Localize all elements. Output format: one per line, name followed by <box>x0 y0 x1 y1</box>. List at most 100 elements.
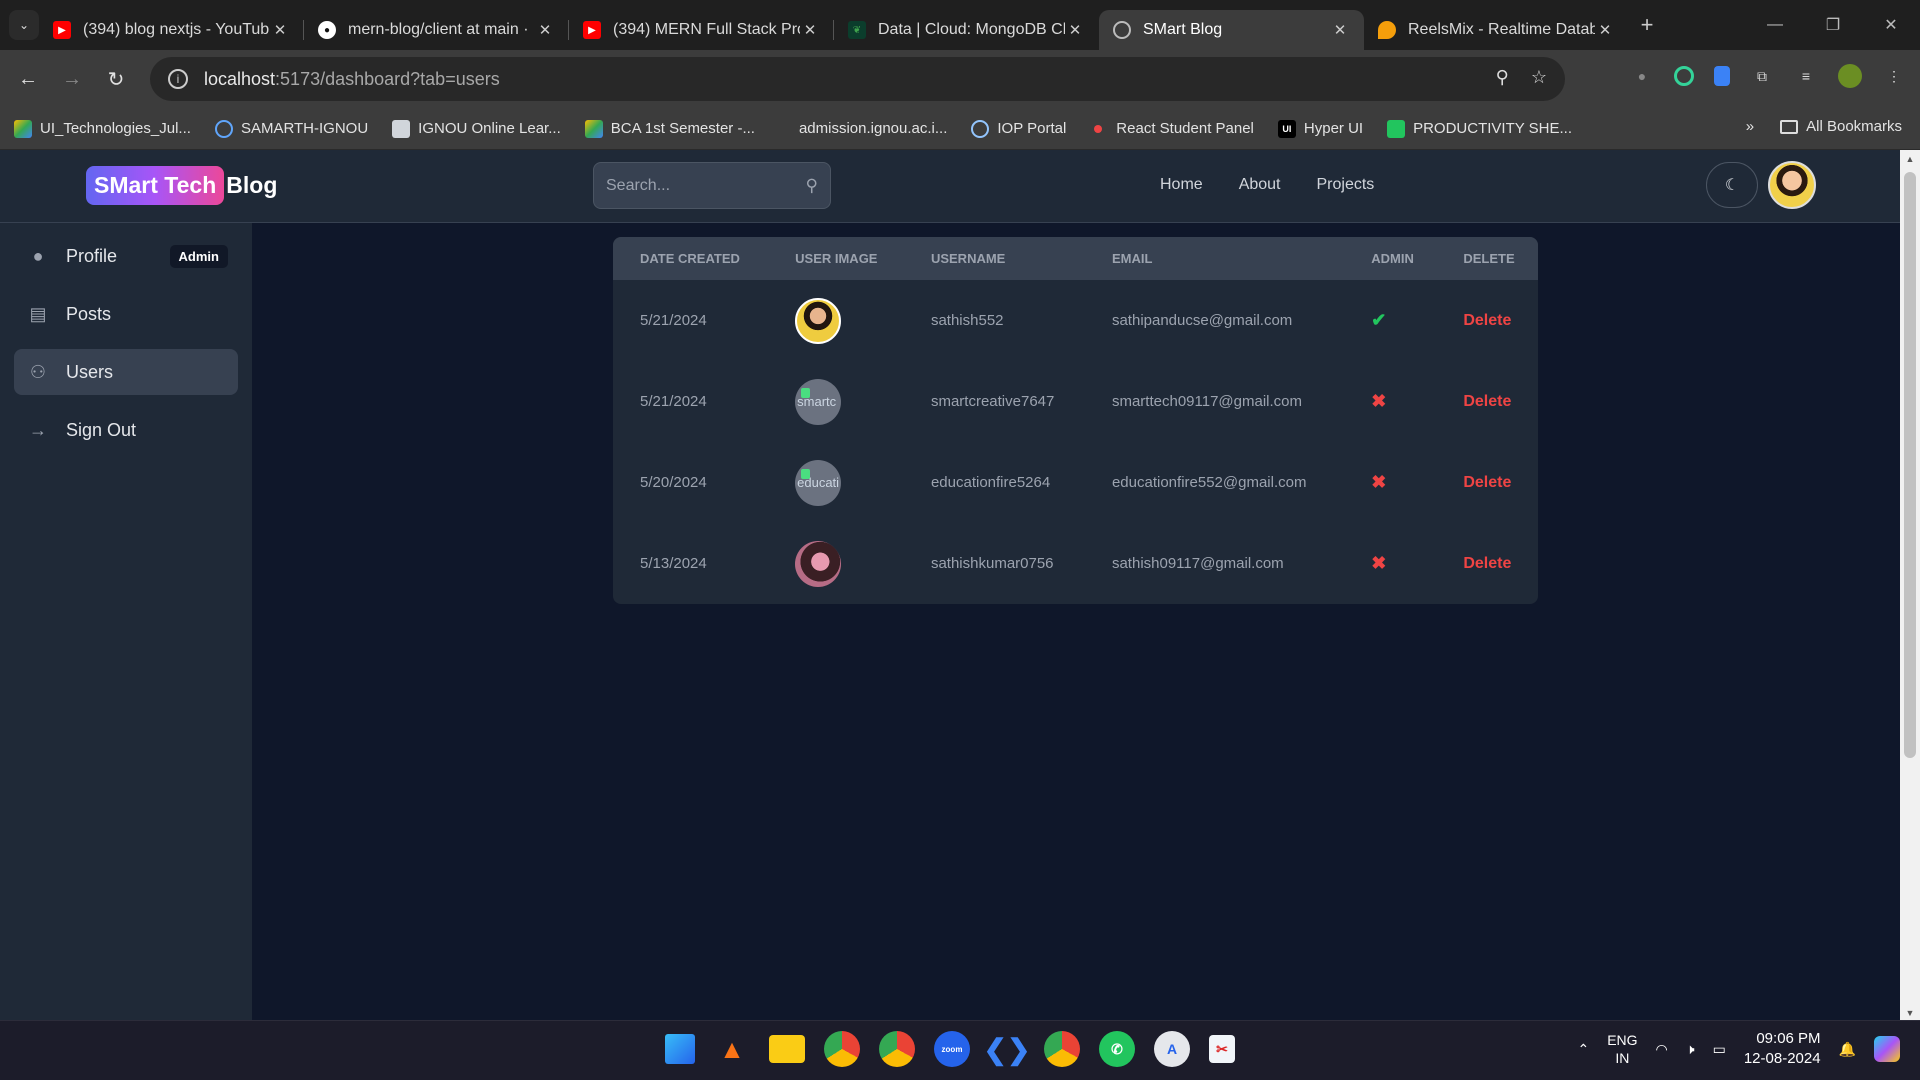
zoom-icon[interactable]: zoom <box>934 1031 970 1067</box>
theme-toggle-button[interactable]: ☾ <box>1706 162 1758 208</box>
new-tab-button[interactable]: + <box>1629 12 1665 38</box>
admin-badge: Admin <box>169 245 228 268</box>
media-control-icon[interactable]: ≡ <box>1794 64 1818 88</box>
vscode-icon[interactable]: ❮❯ <box>984 1031 1031 1067</box>
close-icon[interactable]: ✕ <box>1330 21 1350 39</box>
close-icon[interactable]: ✕ <box>1065 21 1085 39</box>
bookmark-item[interactable]: React Student Panel <box>1090 120 1254 137</box>
address-bar[interactable]: i localhost:5173/dashboard?tab=users ⚲ ☆ <box>150 57 1565 101</box>
nav-home[interactable]: Home <box>1160 176 1203 194</box>
wifi-icon[interactable]: ◠ <box>1656 1041 1668 1058</box>
all-bookmarks[interactable]: All Bookmarks <box>1780 118 1902 135</box>
table-row: 5/21/2024 sathish552 sathipanducse@gmail… <box>613 280 1538 361</box>
site-logo[interactable]: SMart Tech Blog <box>86 166 277 205</box>
windows-start-icon[interactable] <box>665 1034 695 1064</box>
puzzle-icon[interactable]: ⧉ <box>1750 64 1774 88</box>
logo-text: Blog <box>226 172 278 198</box>
user-icon: ● <box>32 245 44 266</box>
bookmark-item[interactable]: PRODUCTIVITY SHE... <box>1387 119 1572 138</box>
user-image-cell: educati <box>768 442 904 523</box>
broken-image-icon: educati <box>795 459 842 506</box>
column-header: Email <box>1111 251 1153 266</box>
close-icon[interactable]: ✕ <box>800 21 820 39</box>
region-code: IN <box>1615 1050 1630 1066</box>
scroll-down-icon[interactable]: ▼ <box>1900 1008 1920 1018</box>
chrome-icon[interactable] <box>1044 1031 1080 1067</box>
browser-tab[interactable]: ❦ Data | Cloud: MongoDB Clou ✕ <box>834 10 1099 50</box>
close-icon[interactable]: ✕ <box>535 21 555 39</box>
browser-toolbar: ← → ↻ i localhost:5173/dashboard?tab=use… <box>0 50 1920 108</box>
bookmark-item[interactable]: IGNOU Online Lear... <box>392 119 561 138</box>
extension-icon[interactable]: ● <box>1630 64 1654 88</box>
avatar[interactable] <box>1838 64 1862 88</box>
bookmark-label: SAMARTH-IGNOU <box>240 120 369 137</box>
user-image-cell: smartc <box>768 361 904 442</box>
restore-icon[interactable]: ❐ <box>1804 0 1862 50</box>
close-icon[interactable]: ✕ <box>1595 21 1615 39</box>
sidebar-item-profile[interactable]: ● Profile Admin <box>14 233 238 279</box>
copilot-icon[interactable] <box>1874 1036 1900 1062</box>
vlc-icon[interactable]: ▲ <box>714 1031 750 1067</box>
column-header: Date created <box>640 251 740 266</box>
page-scrollbar[interactable]: ▲ ▼ <box>1900 150 1920 1020</box>
reload-icon[interactable]: ↻ <box>94 67 138 92</box>
chrome-icon[interactable] <box>824 1031 860 1067</box>
nav-projects[interactable]: Projects <box>1317 176 1375 194</box>
site-info-icon[interactable]: i <box>168 69 188 89</box>
column-header: Username <box>930 251 1006 266</box>
language-indicator[interactable]: ENG IN <box>1607 1031 1637 1067</box>
sidebar-item-posts[interactable]: ▤ Posts <box>14 291 238 337</box>
scroll-up-icon[interactable]: ▲ <box>1900 154 1920 164</box>
delete-button[interactable]: Delete <box>1463 474 1511 491</box>
delete-button[interactable]: Delete <box>1463 555 1511 572</box>
bookmark-item[interactable]: UI Hyper UI <box>1277 119 1363 138</box>
forward-arrow-icon[interactable]: → <box>50 68 94 91</box>
close-icon[interactable]: ✕ <box>270 21 290 39</box>
date-cell: 5/13/2024 <box>640 555 707 572</box>
bookmark-item[interactable]: admission.ignou.ac.i... <box>799 120 947 137</box>
delete-button[interactable]: Delete <box>1463 312 1511 329</box>
bookmark-star-icon[interactable]: ☆ <box>1531 67 1547 88</box>
back-arrow-icon[interactable]: ← <box>6 68 50 91</box>
battery-icon[interactable]: ▭ <box>1713 1041 1726 1058</box>
browser-tab[interactable]: ▶ (394) blog nextjs - YouTube ✕ <box>39 10 304 50</box>
kebab-menu-icon[interactable]: ⋮ <box>1882 64 1906 88</box>
file-explorer-icon[interactable] <box>769 1035 805 1063</box>
minimize-icon[interactable]: — <box>1746 0 1804 50</box>
close-window-icon[interactable]: ✕ <box>1862 0 1920 50</box>
bookmark-label: PRODUCTIVITY SHE... <box>1413 120 1572 137</box>
search-input[interactable] <box>606 176 806 195</box>
zoom-icon[interactable]: ⚲ <box>1496 67 1509 88</box>
browser-tab-active[interactable]: SMart Blog ✕ <box>1099 10 1364 50</box>
tab-search-button[interactable]: ⌄ <box>9 10 39 40</box>
sidebar-item-sign-out[interactable]: → Sign Out <box>14 407 238 453</box>
browser-tab[interactable]: ▶ (394) MERN Full Stack Proje ✕ <box>569 10 834 50</box>
tab-title: (394) MERN Full Stack Proje <box>613 21 800 38</box>
extension-icon[interactable] <box>1714 66 1730 86</box>
scrollbar-thumb[interactable] <box>1904 172 1916 758</box>
browser-tab[interactable]: ReelsMix - Realtime Databa ✕ <box>1364 10 1629 50</box>
bookmark-item[interactable]: SAMARTH-IGNOU <box>214 119 369 138</box>
chrome-icon[interactable] <box>879 1031 915 1067</box>
bookmark-item[interactable]: UI_Technologies_Jul... <box>14 119 191 138</box>
sheets-icon <box>1387 119 1406 138</box>
bookmark-item[interactable]: IOP Portal <box>971 119 1066 138</box>
browser-tab[interactable]: ● mern-blog/client at main · ✕ <box>304 10 569 50</box>
notification-bell-icon[interactable]: 🔔 <box>1839 1041 1856 1058</box>
nav-about[interactable]: About <box>1239 176 1281 194</box>
search-icon[interactable]: ⚲ <box>806 176 818 196</box>
app-store-icon[interactable]: A <box>1154 1031 1190 1067</box>
delete-button[interactable]: Delete <box>1463 393 1511 410</box>
avatar[interactable] <box>1768 161 1816 209</box>
sidebar-item-users[interactable]: ⚇ Users <box>14 349 238 395</box>
clock[interactable]: 09:06 PM 12-08-2024 <box>1744 1029 1821 1069</box>
snipping-tool-icon[interactable]: ✂ <box>1209 1035 1235 1063</box>
more-bookmarks-icon[interactable]: » <box>1746 118 1754 135</box>
admin-cell: ✔ <box>1344 280 1436 361</box>
volume-muted-icon[interactable]: 🕨 <box>1686 1041 1695 1058</box>
chevron-up-icon[interactable]: ⌃ <box>1577 1041 1589 1058</box>
admin-cell: ✖ <box>1344 442 1436 523</box>
whatsapp-icon[interactable]: ✆ <box>1099 1031 1135 1067</box>
bookmark-item[interactable]: BCA 1st Semester -... <box>584 119 755 138</box>
extension-icon[interactable] <box>1674 66 1694 86</box>
